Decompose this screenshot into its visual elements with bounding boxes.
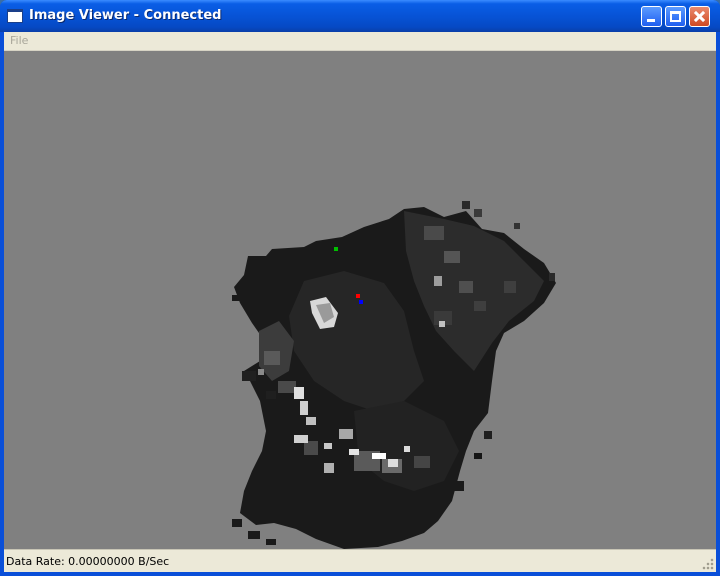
close-icon [690,7,709,26]
window-icon[interactable] [7,9,23,23]
minimize-icon [647,19,655,22]
green-marker [334,247,338,251]
image-viewer-window: Image Viewer - Connected File Data Rate:… [0,0,720,576]
resize-grip-icon[interactable] [702,558,714,570]
data-rate-status: Data Rate: 0.00000000 B/Sec [6,555,170,568]
maximize-icon [670,11,681,22]
status-bar: Data Rate: 0.00000000 B/Sec [4,549,716,572]
menu-file[interactable]: File [10,34,28,47]
close-button[interactable] [689,6,710,27]
image-canvas[interactable] [4,51,716,549]
blue-marker [359,300,363,304]
red-marker [356,294,360,298]
window-title: Image Viewer - Connected [29,8,222,23]
title-bar[interactable]: Image Viewer - Connected [0,0,720,32]
minimize-button[interactable] [641,6,662,27]
maximize-button[interactable] [665,6,686,27]
menu-bar: File [4,32,716,51]
occupancy-map-image [232,201,556,549]
